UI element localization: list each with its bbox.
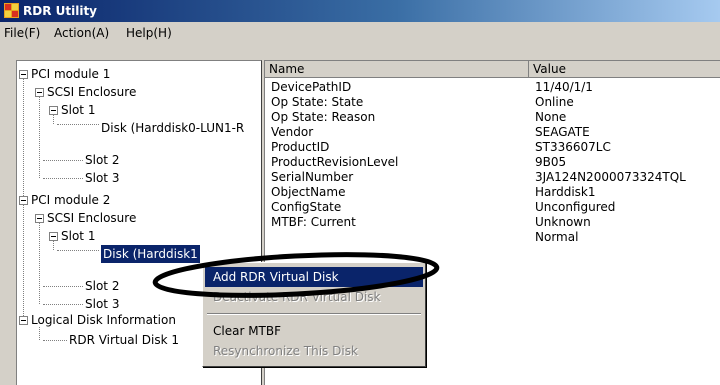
list-cell-value: 3JA124N2000073324TQL	[535, 170, 686, 184]
tree-line	[43, 178, 83, 179]
collapse-icon[interactable]	[35, 88, 44, 97]
list-cell-name: Vendor	[271, 125, 314, 139]
menu-item-deactivate-rdr-virtual-disk: Deactivate RDR Virtual Disk	[213, 290, 381, 304]
tree-node-slot-3-a[interactable]: Slot 3	[85, 169, 119, 187]
menu-separator	[207, 313, 421, 315]
rdr-utility-window: RDR Utility File(F) Action(A) Help(H) PC…	[0, 0, 720, 385]
list-cell-value: Normal	[535, 230, 579, 244]
tree-node-slot-2-b[interactable]: Slot 2	[85, 277, 119, 295]
list-cell-name: DevicePathID	[271, 80, 352, 94]
title-bar: RDR Utility	[0, 0, 720, 22]
tree-line	[43, 304, 83, 305]
collapse-icon[interactable]	[35, 214, 44, 223]
menu-action[interactable]: Action(A)	[54, 25, 109, 41]
list-cell-value: 9B05	[535, 155, 567, 169]
menu-help[interactable]: Help(H)	[126, 25, 172, 41]
tree-node-pci-module-2[interactable]: PCI module 2	[31, 191, 110, 209]
list-cell-value: 11/40/1/1	[535, 80, 593, 94]
tree-line	[39, 93, 40, 178]
menu-file[interactable]: File(F)	[4, 25, 40, 41]
list-cell-name: SerialNumber	[271, 170, 354, 184]
list-cell-name: MTBF: Current	[271, 215, 356, 229]
tree-node-slot-1-a[interactable]: Slot 1	[61, 101, 95, 119]
tree-node-pci-module-1[interactable]: PCI module 1	[31, 65, 110, 83]
tree-node-logical-disk-information[interactable]: Logical Disk Information	[31, 311, 176, 329]
list-cell-name: Op State: State	[271, 95, 364, 109]
rdr-app-icon	[4, 3, 19, 18]
tree-node-slot-2-a[interactable]: Slot 2	[85, 151, 119, 169]
tree-node-scsi-enclosure-2[interactable]: SCSI Enclosure	[47, 209, 136, 227]
tree-node-slot-1-b[interactable]: Slot 1	[61, 227, 95, 245]
collapse-icon[interactable]	[19, 70, 28, 79]
list-cell-value: ST336607LC	[535, 140, 611, 154]
collapse-icon[interactable]	[49, 232, 58, 241]
list-cell-name: Op State: Reason	[271, 110, 376, 124]
list-cell-name: ProductRevisionLevel	[271, 155, 399, 169]
menu-bar: File(F) Action(A) Help(H)	[0, 22, 720, 43]
list-cell-value: Online	[535, 95, 574, 109]
menu-item-resynchronize-this-disk: Resynchronize This Disk	[213, 344, 358, 358]
list-cell-value: SEAGATE	[535, 125, 590, 139]
tree-line	[43, 286, 83, 287]
window-title: RDR Utility	[23, 4, 97, 18]
tree-node-disk-harddisk1[interactable]: Disk (Harddisk1	[101, 245, 200, 263]
list-cell-value: Harddisk1	[535, 185, 596, 199]
tree-line	[57, 250, 99, 251]
list-cell-value: None	[535, 110, 567, 124]
menu-item-clear-mtbf[interactable]: Clear MTBF	[205, 321, 423, 341]
tree-line	[43, 340, 67, 341]
tree-node-disk-harddisk0[interactable]: Disk (Harddisk0-LUN1-R	[101, 119, 244, 137]
collapse-icon[interactable]	[19, 196, 28, 205]
tree-node-scsi-enclosure-1[interactable]: SCSI Enclosure	[47, 83, 136, 101]
list-cell-name: ObjectName	[271, 185, 346, 199]
collapse-icon[interactable]	[49, 106, 58, 115]
collapse-icon[interactable]	[19, 316, 28, 325]
tree-line	[39, 219, 40, 304]
list-cell-value: Unconfigured	[535, 200, 616, 214]
tree-line	[43, 160, 83, 161]
list-cell-name: ProductID	[271, 140, 330, 154]
context-menu: Add RDR Virtual Disk Deactivate RDR Virt…	[202, 262, 426, 367]
column-header-name[interactable]: Name	[265, 61, 529, 78]
list-cell-name: ConfigState	[271, 200, 342, 214]
menu-item-add-rdr-virtual-disk[interactable]: Add RDR Virtual Disk	[205, 267, 423, 287]
tree-node-rdr-virtual-disk-1[interactable]: RDR Virtual Disk 1	[69, 331, 179, 349]
list-cell-value: Unknown	[535, 215, 591, 229]
tree-line	[57, 124, 99, 125]
column-header-value[interactable]: Value	[529, 61, 720, 78]
